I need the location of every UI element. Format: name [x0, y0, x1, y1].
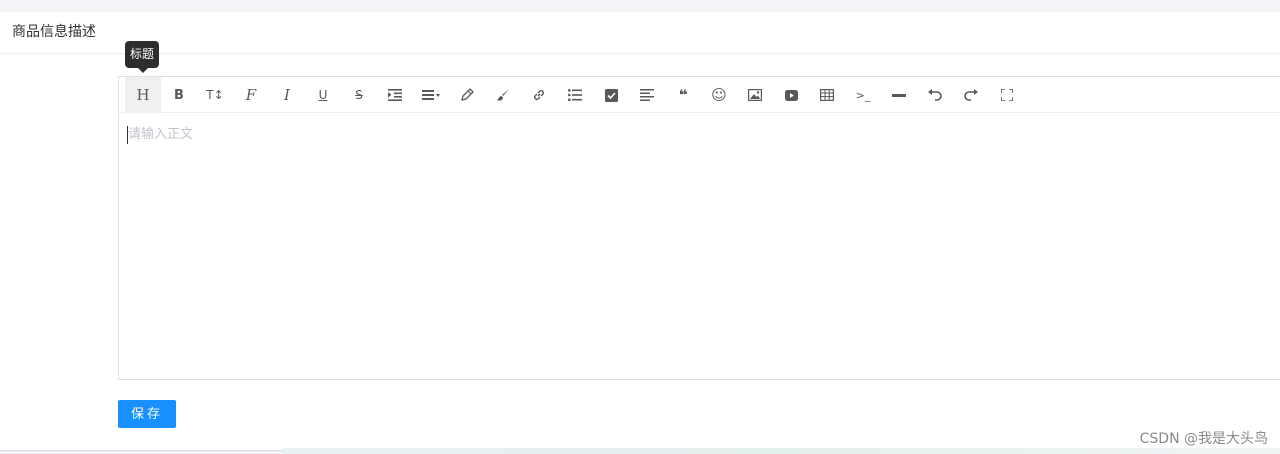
- heading-icon: H: [136, 85, 150, 104]
- font-family-icon: F: [245, 85, 257, 104]
- pencil-icon: [461, 88, 474, 101]
- line-height-button[interactable]: [413, 77, 449, 113]
- bold-button[interactable]: B: [161, 77, 197, 113]
- font-color-button[interactable]: [449, 77, 485, 113]
- bottom-divider: [0, 450, 282, 451]
- description-card: 商品信息描述 H B T↕ F I U S ❝ ☺ >_ 请输入正文 标题: [0, 12, 1280, 450]
- tooltip-arrow: [138, 68, 148, 73]
- indent-button[interactable]: [377, 77, 413, 113]
- link-button[interactable]: [521, 77, 557, 113]
- font-size-icon: T↕: [206, 88, 224, 102]
- video-button[interactable]: [773, 77, 809, 113]
- emoticon-button[interactable]: ☺: [701, 77, 737, 113]
- link-icon: [534, 90, 544, 100]
- undo-icon: [928, 88, 942, 101]
- align-left-icon: [640, 89, 654, 101]
- strikethrough-button[interactable]: S: [341, 77, 377, 113]
- redo-button[interactable]: [953, 77, 989, 113]
- brush-icon: [497, 89, 509, 101]
- redo-icon: [964, 88, 978, 101]
- bold-icon: B: [174, 87, 184, 103]
- quote-button[interactable]: ❝: [665, 77, 701, 113]
- smiley-icon: ☺: [711, 85, 727, 104]
- image-icon: [748, 89, 762, 101]
- underline-button[interactable]: U: [305, 77, 341, 113]
- checkbox-icon: [604, 88, 618, 102]
- indent-icon: [388, 89, 402, 101]
- italic-icon: I: [284, 85, 290, 104]
- card-header: 商品信息描述: [0, 12, 1280, 54]
- bottom-decoration: [282, 448, 1280, 454]
- table-icon: [820, 89, 834, 101]
- editor-content-area[interactable]: 请输入正文: [119, 114, 1280, 380]
- code-button[interactable]: >_: [845, 77, 881, 113]
- csdn-watermark: CSDN @我是大头鸟: [1139, 431, 1268, 447]
- divider-button[interactable]: [881, 77, 917, 113]
- todo-button[interactable]: [593, 77, 629, 113]
- list-button[interactable]: [557, 77, 593, 113]
- image-button[interactable]: [737, 77, 773, 113]
- justify-button[interactable]: [629, 77, 665, 113]
- heading-tooltip: 标题: [125, 41, 160, 68]
- section-title: 商品信息描述: [12, 24, 96, 40]
- heading-button[interactable]: H: [125, 77, 161, 113]
- divider-icon: [892, 93, 906, 97]
- save-button[interactable]: 保存: [118, 400, 176, 428]
- undo-button[interactable]: [917, 77, 953, 113]
- fullscreen-button[interactable]: [989, 77, 1025, 113]
- line-height-icon: [422, 90, 440, 100]
- background-color-button[interactable]: [485, 77, 521, 113]
- editor-placeholder: 请输入正文: [128, 127, 194, 142]
- font-size-button[interactable]: T↕: [197, 77, 233, 113]
- table-button[interactable]: [809, 77, 845, 113]
- video-icon: [784, 89, 798, 101]
- strikethrough-icon: S: [355, 88, 363, 102]
- underline-icon: U: [318, 88, 328, 102]
- fullscreen-icon: [1001, 89, 1013, 101]
- list-icon: [568, 89, 582, 101]
- font-family-button[interactable]: F: [233, 77, 269, 113]
- editor-toolbar: H B T↕ F I U S ❝ ☺ >_: [119, 77, 1280, 113]
- terminal-icon: >_: [855, 88, 871, 102]
- rich-text-editor: H B T↕ F I U S ❝ ☺ >_ 请输入正文: [118, 76, 1280, 380]
- top-strip: [0, 0, 1280, 12]
- quote-icon: ❝: [678, 85, 688, 104]
- italic-button[interactable]: I: [269, 77, 305, 113]
- page: 商品信息描述 H B T↕ F I U S ❝ ☺ >_ 请输入正文 标题 保存…: [0, 0, 1280, 454]
